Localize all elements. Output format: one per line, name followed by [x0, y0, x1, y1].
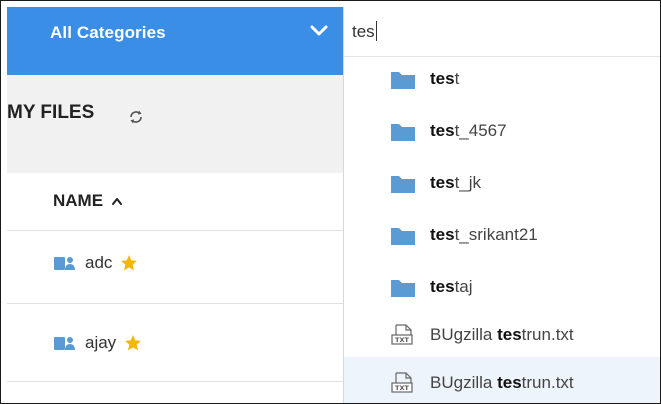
search-result-label: test_srikant21	[430, 225, 538, 244]
search-input[interactable]: tes	[344, 7, 660, 57]
text-file-icon: TXT	[391, 372, 413, 393]
search-result-item[interactable]: test_jk	[344, 157, 660, 209]
search-result-item[interactable]: test_4567	[344, 105, 660, 157]
folder-icon	[391, 176, 415, 193]
row-divider	[7, 230, 343, 231]
search-result-item[interactable]: test	[344, 53, 660, 105]
star-icon[interactable]	[120, 254, 138, 272]
file-name: adc	[85, 253, 113, 272]
category-dropdown-label: All Categories	[50, 23, 166, 42]
left-panel: All Categories MY FILES NAME adc ajay	[1, 1, 343, 403]
folder-icon	[391, 124, 415, 141]
text-file-icon: TXT	[391, 324, 413, 345]
search-result-label: BUgzilla testrun.txt	[430, 373, 574, 392]
table-row[interactable]: ajay	[53, 333, 142, 353]
row-divider	[7, 381, 343, 382]
search-result-label: test_4567	[430, 121, 507, 140]
search-result-item-hovered[interactable]: TXT BUgzilla testrun.txt	[344, 357, 660, 403]
svg-text:TXT: TXT	[395, 336, 409, 344]
star-icon[interactable]	[124, 334, 142, 352]
column-header-label: NAME	[53, 191, 104, 210]
search-result-label: test_jk	[430, 173, 482, 192]
folder-icon	[391, 72, 415, 89]
sort-ascending-icon	[112, 198, 123, 205]
search-result-item[interactable]: TXT BUgzilla testrun.txt	[344, 309, 660, 361]
shared-folder-icon	[54, 337, 75, 350]
search-panel: tes test test_4567 test_jk test_srikant2…	[343, 7, 660, 403]
search-result-label: testaj	[430, 277, 473, 296]
column-header-name[interactable]: NAME	[53, 191, 123, 211]
refresh-icon[interactable]	[128, 109, 144, 125]
section-title: MY FILES	[7, 102, 95, 123]
shared-folder-icon	[54, 257, 75, 270]
app-frame: All Categories MY FILES NAME adc ajay te…	[0, 0, 661, 404]
file-name: ajay	[85, 333, 117, 352]
folder-icon	[391, 280, 415, 297]
folder-icon	[391, 228, 415, 245]
section-header: MY FILES	[7, 75, 343, 173]
text-cursor	[375, 21, 377, 41]
table-row[interactable]: adc	[53, 253, 138, 273]
search-query: tes	[352, 22, 375, 41]
row-divider	[7, 303, 343, 304]
search-result-item[interactable]: test_srikant21	[344, 209, 660, 261]
search-result-item[interactable]: testaj	[344, 261, 660, 313]
chevron-down-icon	[310, 25, 328, 36]
search-result-label: BUgzilla testrun.txt	[430, 325, 574, 344]
category-dropdown[interactable]: All Categories	[7, 7, 343, 75]
search-result-label: test	[430, 69, 460, 88]
svg-text:TXT: TXT	[395, 384, 409, 392]
